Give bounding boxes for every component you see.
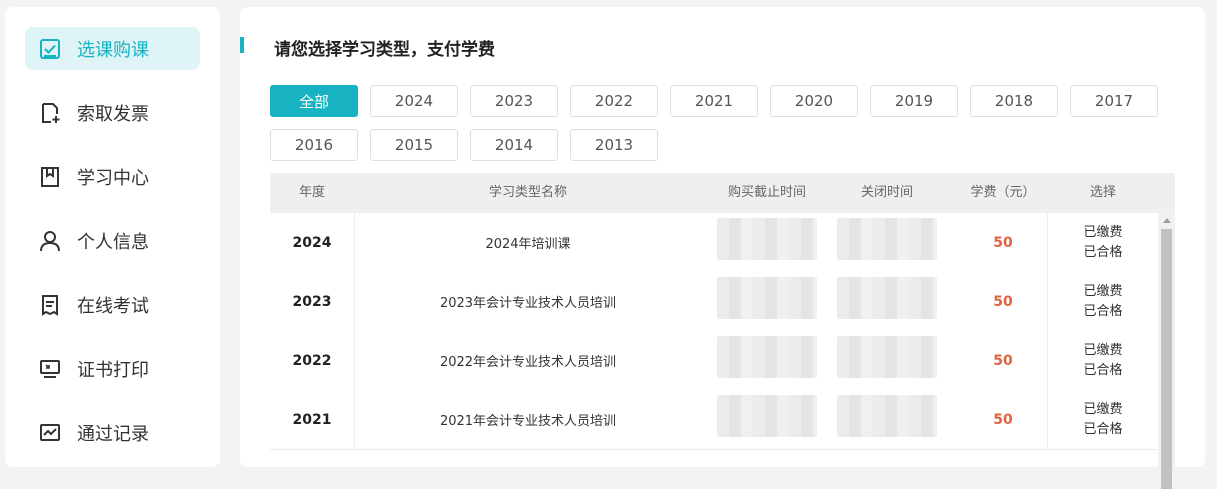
sidebar-item-label: 选课购课 [77, 39, 149, 61]
row-status: 已缴费 已合格 [1048, 213, 1158, 272]
invoice-add-icon [39, 102, 61, 124]
year-filter-2024[interactable]: 2024 [370, 85, 458, 117]
sidebar-item-course-select[interactable]: 选课购课 [25, 27, 200, 70]
chart-icon [39, 422, 61, 444]
year-filter-2013[interactable]: 2013 [570, 129, 658, 161]
sidebar: 选课购课 索取发票 学习中心 个人信息 在线考试 证书打印 通过记录 [5, 7, 220, 467]
year-filter-2014[interactable]: 2014 [470, 129, 558, 161]
row-status: 已缴费 已合格 [1048, 390, 1158, 449]
year-filter-all[interactable]: 全部 [270, 85, 358, 117]
year-filter-2020[interactable]: 2020 [770, 85, 858, 117]
row-fee: 50 [959, 331, 1048, 390]
scrollbar-thumb[interactable] [1161, 229, 1172, 489]
sidebar-item-label: 证书打印 [77, 359, 149, 381]
redacted-deadline [717, 395, 817, 437]
year-filter-2017[interactable]: 2017 [1070, 85, 1158, 117]
redacted-deadline [717, 218, 817, 260]
row-year: 2023 [270, 272, 355, 331]
title-accent-bar [240, 37, 244, 53]
status-passed: 已合格 [1083, 362, 1123, 378]
year-filter-2018[interactable]: 2018 [970, 85, 1058, 117]
user-icon [39, 230, 61, 252]
table-row: 2024 2024年培训课 50 已缴费 已合格 [270, 213, 1158, 273]
status-paid: 已缴费 [1083, 342, 1123, 358]
row-fee: 50 [959, 272, 1048, 331]
year-filter-2015[interactable]: 2015 [370, 129, 458, 161]
row-name: 2023年会计专业技术人员培训 [439, 296, 617, 311]
year-filter-2016[interactable]: 2016 [270, 129, 358, 161]
sidebar-item-learning-center[interactable]: 学习中心 [25, 155, 200, 198]
page-title: 请您选择学习类型，支付学费 [274, 40, 495, 60]
header-name: 学习类型名称 [488, 185, 567, 200]
sidebar-item-label: 个人信息 [77, 231, 149, 253]
row-year: 2021 [270, 390, 355, 449]
sidebar-item-pass-records[interactable]: 通过记录 [25, 411, 200, 454]
table-header: 年度 学习类型名称 购买截止时间 关闭时间 学费（元） 选择 [270, 173, 1175, 213]
sidebar-item-online-exam[interactable]: 在线考试 [25, 283, 200, 326]
table-scrollbar[interactable] [1158, 213, 1175, 489]
row-name: 2021年会计专业技术人员培训 [439, 414, 617, 429]
redacted-deadline [717, 277, 817, 319]
header-purchase-deadline: 购买截止时间 [727, 185, 806, 200]
row-year: 2022 [270, 331, 355, 390]
sidebar-item-invoice[interactable]: 索取发票 [25, 91, 200, 134]
row-fee: 50 [959, 213, 1048, 272]
row-status: 已缴费 已合格 [1048, 272, 1158, 331]
main-panel: 请您选择学习类型，支付学费 全部 2024 2023 2022 2021 202… [240, 7, 1205, 489]
year-filter-2022[interactable]: 2022 [570, 85, 658, 117]
status-paid: 已缴费 [1083, 224, 1123, 240]
row-fee: 50 [959, 390, 1048, 449]
monitor-print-icon [39, 358, 61, 380]
table-row: 2023 2023年会计专业技术人员培训 50 已缴费 已合格 [270, 272, 1158, 332]
redacted-deadline [717, 336, 817, 378]
table-row: 2021 2021年会计专业技术人员培训 50 已缴费 已合格 [270, 390, 1158, 450]
row-name: 2024年培训课 [485, 237, 571, 252]
checkbox-icon [39, 38, 61, 60]
status-passed: 已合格 [1083, 244, 1123, 260]
header-close-time: 关闭时间 [860, 185, 913, 200]
bookmark-icon [39, 166, 61, 188]
year-filter-2023[interactable]: 2023 [470, 85, 558, 117]
year-filter-2019[interactable]: 2019 [870, 85, 958, 117]
table-row: 2022 2022年会计专业技术人员培训 50 已缴费 已合格 [270, 331, 1158, 391]
sidebar-item-label: 在线考试 [77, 295, 149, 317]
status-paid: 已缴费 [1083, 401, 1123, 417]
redacted-close-time [837, 395, 937, 437]
sidebar-item-label: 通过记录 [77, 423, 149, 445]
redacted-close-time [837, 218, 937, 260]
sidebar-item-label: 索取发票 [77, 103, 149, 125]
status-passed: 已合格 [1083, 303, 1123, 319]
row-year: 2024 [270, 213, 355, 272]
redacted-close-time [837, 336, 937, 378]
exam-doc-icon [39, 294, 61, 316]
sidebar-item-label: 学习中心 [77, 167, 149, 189]
scroll-up-arrow-icon[interactable] [1158, 213, 1175, 227]
header-select: 选择 [1089, 185, 1116, 200]
year-filter-2021[interactable]: 2021 [670, 85, 758, 117]
sidebar-item-personal-info[interactable]: 个人信息 [25, 219, 200, 262]
row-name: 2022年会计专业技术人员培训 [439, 355, 617, 370]
sidebar-item-certificate-print[interactable]: 证书打印 [25, 347, 200, 390]
redacted-close-time [837, 277, 937, 319]
status-passed: 已合格 [1083, 421, 1123, 437]
header-year: 年度 [298, 185, 325, 200]
status-paid: 已缴费 [1083, 283, 1123, 299]
header-fee: 学费（元） [970, 185, 1036, 200]
row-status: 已缴费 已合格 [1048, 331, 1158, 390]
